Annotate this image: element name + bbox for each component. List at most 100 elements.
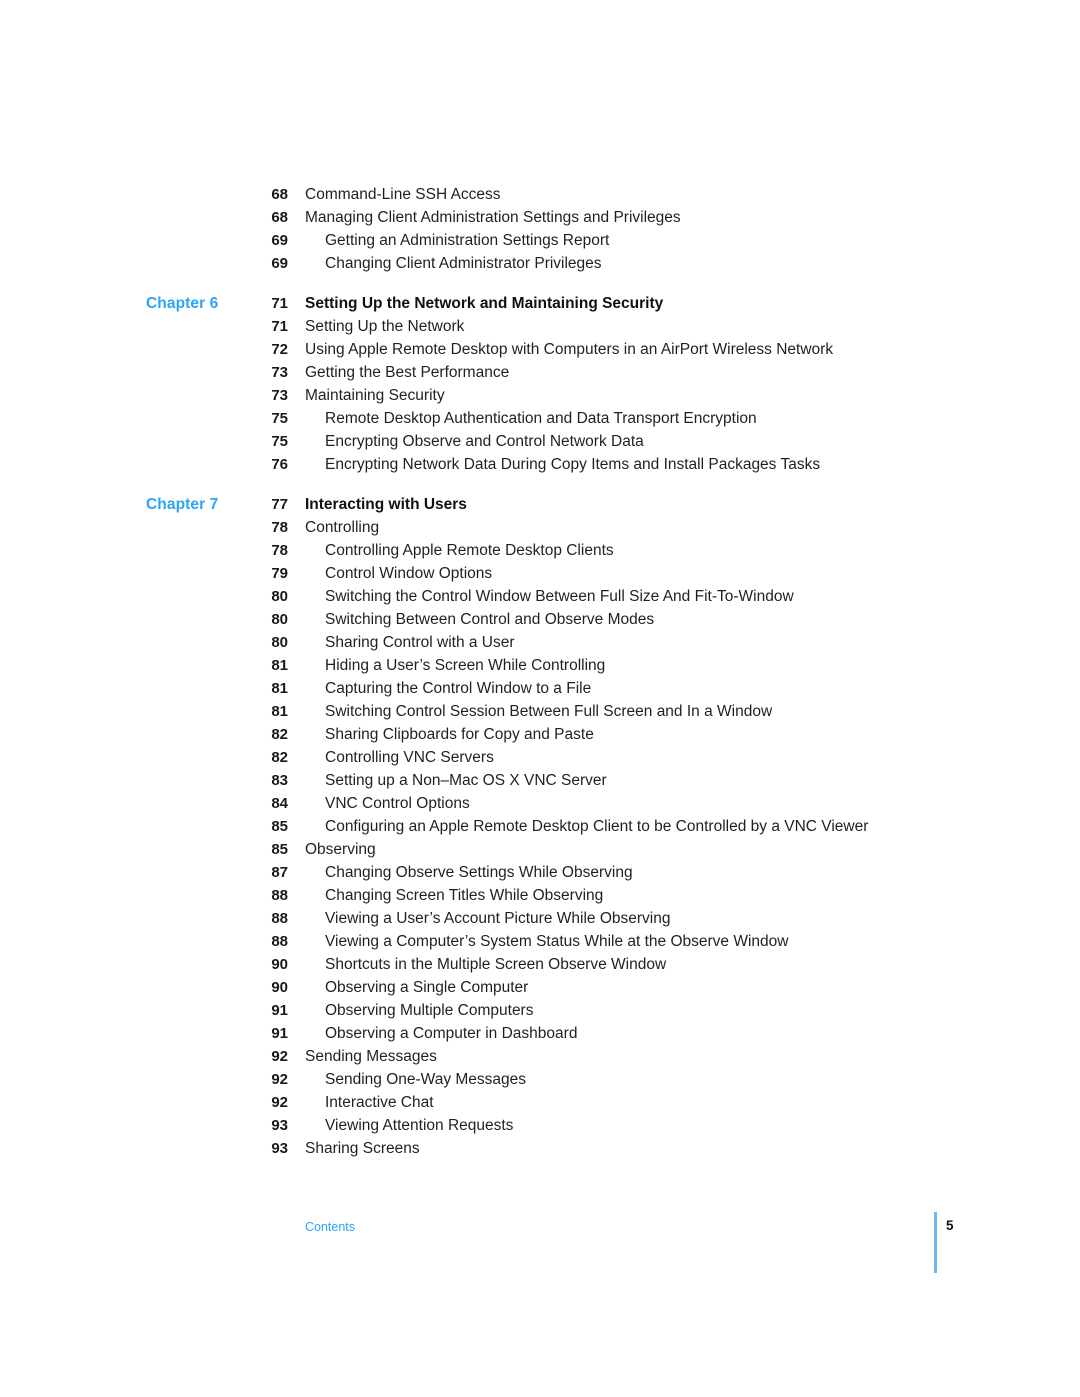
- toc-entry-title[interactable]: Setting Up the Network and Maintaining S…: [305, 292, 663, 315]
- toc-entry-title[interactable]: Configuring an Apple Remote Desktop Clie…: [325, 815, 868, 838]
- toc-entry-title[interactable]: Setting Up the Network: [305, 315, 464, 338]
- toc-entry-title[interactable]: Sharing Control with a User: [325, 631, 515, 654]
- footer-divider-rule: [934, 1212, 937, 1273]
- toc-entry[interactable]: 68 Command-Line SSH Access: [0, 183, 1080, 206]
- toc-entry[interactable]: 81 Hiding a User’s Screen While Controlli…: [0, 654, 1080, 677]
- toc-entry-title[interactable]: Controlling: [305, 516, 379, 539]
- toc-entry[interactable]: 81 Capturing the Control Window to a File: [0, 677, 1080, 700]
- toc-entry[interactable]: 69 Getting an Administration Settings Rep…: [0, 229, 1080, 252]
- toc-entry[interactable]: 82 Controlling VNC Servers: [0, 746, 1080, 769]
- toc-entry[interactable]: 78 Controlling: [0, 516, 1080, 539]
- toc-entry[interactable]: 71 Setting Up the Network: [0, 315, 1080, 338]
- toc-entry-title[interactable]: Viewing Attention Requests: [325, 1114, 513, 1137]
- toc-entry-title[interactable]: Command-Line SSH Access: [305, 183, 501, 206]
- toc-entry[interactable]: 88 Viewing a Computer’s System Status Whi…: [0, 930, 1080, 953]
- toc-entry-page-number: 71: [271, 318, 288, 335]
- toc-entry-page-number: 69: [271, 232, 288, 249]
- toc-entry[interactable]: 93 Sharing Screens: [0, 1137, 1080, 1160]
- toc-entry[interactable]: Chapter 6 71 Setting Up the Network and Ma…: [0, 292, 1080, 315]
- footer-section-label: Contents: [305, 1220, 356, 1234]
- toc-entry-title[interactable]: Observing a Computer in Dashboard: [325, 1022, 577, 1045]
- toc-entry-page-number: 85: [271, 818, 288, 835]
- toc-entry-title[interactable]: Controlling VNC Servers: [325, 746, 494, 769]
- toc-entry[interactable]: 79 Control Window Options: [0, 562, 1080, 585]
- toc-entry[interactable]: 82 Sharing Clipboards for Copy and Paste: [0, 723, 1080, 746]
- toc-entry-page-number: 80: [271, 588, 288, 605]
- toc-entry[interactable]: 88 Viewing a User’s Account Picture While…: [0, 907, 1080, 930]
- toc-entry[interactable]: 92 Sending One-Way Messages: [0, 1068, 1080, 1091]
- toc-entry[interactable]: 69 Changing Client Administrator Privileg…: [0, 252, 1080, 275]
- toc-entry[interactable]: 80 Switching Between Control and Observe …: [0, 608, 1080, 631]
- toc-entry-page-number: 76: [271, 456, 288, 473]
- toc-entry[interactable]: 75 Remote Desktop Authentication and Data…: [0, 407, 1080, 430]
- toc-entry[interactable]: 80 Sharing Control with a User: [0, 631, 1080, 654]
- toc-entry-title[interactable]: Switching the Control Window Between Ful…: [325, 585, 794, 608]
- toc-entry[interactable]: 76 Encrypting Network Data During Copy It…: [0, 453, 1080, 476]
- toc-entry-page-number: 92: [271, 1094, 288, 1111]
- toc-entry-page-number: 92: [271, 1048, 288, 1065]
- toc-entry-page-number: 90: [271, 979, 288, 996]
- toc-entry-title[interactable]: Interacting with Users: [305, 493, 467, 516]
- toc-entry-title[interactable]: Capturing the Control Window to a File: [325, 677, 591, 700]
- toc-entry[interactable]: 91 Observing Multiple Computers: [0, 999, 1080, 1022]
- toc-entry-title[interactable]: Sending Messages: [305, 1045, 437, 1068]
- toc-entry-page-number: 91: [271, 1025, 288, 1042]
- toc-entry[interactable]: 93 Viewing Attention Requests: [0, 1114, 1080, 1137]
- toc-entry[interactable]: 92 Sending Messages: [0, 1045, 1080, 1068]
- toc-entry-title[interactable]: Sending One-Way Messages: [325, 1068, 526, 1091]
- toc-entry[interactable]: 75 Encrypting Observe and Control Network…: [0, 430, 1080, 453]
- toc-entry-title[interactable]: Sharing Screens: [305, 1137, 420, 1160]
- toc-entry-title[interactable]: Changing Observe Settings While Observin…: [325, 861, 633, 884]
- toc-entry[interactable]: 87 Changing Observe Settings While Observ…: [0, 861, 1080, 884]
- toc-entry-title[interactable]: Getting the Best Performance: [305, 361, 509, 384]
- toc-entry-title[interactable]: Shortcuts in the Multiple Screen Observe…: [325, 953, 666, 976]
- toc-entry-title[interactable]: Encrypting Network Data During Copy Item…: [325, 453, 820, 476]
- toc-entry[interactable]: 83 Setting up a Non–Mac OS X VNC Server: [0, 769, 1080, 792]
- toc-entry[interactable]: 68 Managing Client Administration Setting…: [0, 206, 1080, 229]
- toc-entry[interactable]: 81 Switching Control Session Between Full…: [0, 700, 1080, 723]
- toc-entry[interactable]: 90 Observing a Single Computer: [0, 976, 1080, 999]
- toc-entry[interactable]: 91 Observing a Computer in Dashboard: [0, 1022, 1080, 1045]
- toc-entry-title[interactable]: Changing Client Administrator Privileges: [325, 252, 602, 275]
- toc-entry-title[interactable]: Switching Control Session Between Full S…: [325, 700, 772, 723]
- toc-entry[interactable]: 92 Interactive Chat: [0, 1091, 1080, 1114]
- toc-entry-page-number: 71: [271, 295, 288, 312]
- toc-entry[interactable]: 85 Observing: [0, 838, 1080, 861]
- toc-entry-title[interactable]: VNC Control Options: [325, 792, 470, 815]
- toc-entry-title[interactable]: Viewing a User’s Account Picture While O…: [325, 907, 670, 930]
- toc-entry-title[interactable]: Observing a Single Computer: [325, 976, 528, 999]
- toc-entry[interactable]: 73 Getting the Best Performance: [0, 361, 1080, 384]
- toc-entry-title[interactable]: Getting an Administration Settings Repor…: [325, 229, 609, 252]
- toc-entry-title[interactable]: Observing Multiple Computers: [325, 999, 533, 1022]
- toc-entry[interactable]: 88 Changing Screen Titles While Observing: [0, 884, 1080, 907]
- toc-entry-title[interactable]: Switching Between Control and Observe Mo…: [325, 608, 654, 631]
- toc-entry-title[interactable]: Viewing a Computer’s System Status While…: [325, 930, 788, 953]
- toc-entry[interactable]: 73 Maintaining Security: [0, 384, 1080, 407]
- toc-entry-title[interactable]: Interactive Chat: [325, 1091, 434, 1114]
- toc-entry-page-number: 81: [271, 703, 288, 720]
- toc-entry-page-number: 88: [271, 887, 288, 904]
- toc-entry[interactable]: 80 Switching the Control Window Between F…: [0, 585, 1080, 608]
- toc-entry[interactable]: Chapter 7 77 Interacting with Users: [0, 493, 1080, 516]
- toc-entry-title[interactable]: Remote Desktop Authentication and Data T…: [325, 407, 757, 430]
- toc-entry-title[interactable]: Sharing Clipboards for Copy and Paste: [325, 723, 594, 746]
- toc-entry-title[interactable]: Hiding a User’s Screen While Controlling: [325, 654, 605, 677]
- toc-entry-title[interactable]: Changing Screen Titles While Observing: [325, 884, 603, 907]
- toc-entry-title[interactable]: Encrypting Observe and Control Network D…: [325, 430, 644, 453]
- chapter-label: Chapter 6: [146, 295, 219, 312]
- toc-entry-title[interactable]: Setting up a Non–Mac OS X VNC Server: [325, 769, 607, 792]
- toc-entry-title[interactable]: Controlling Apple Remote Desktop Clients: [325, 539, 614, 562]
- toc-entry-title[interactable]: Using Apple Remote Desktop with Computer…: [305, 338, 833, 361]
- toc-entry[interactable]: 90 Shortcuts in the Multiple Screen Obser…: [0, 953, 1080, 976]
- toc-entry-title[interactable]: Observing: [305, 838, 376, 861]
- toc-entry-page-number: 75: [271, 433, 288, 450]
- toc-entry[interactable]: 78 Controlling Apple Remote Desktop Clien…: [0, 539, 1080, 562]
- toc-entry[interactable]: 72 Using Apple Remote Desktop with Comput…: [0, 338, 1080, 361]
- toc-entry-page-number: 84: [271, 795, 288, 812]
- toc-entry-title[interactable]: Control Window Options: [325, 562, 492, 585]
- toc-entry-title[interactable]: Maintaining Security: [305, 384, 445, 407]
- toc-entry[interactable]: 84 VNC Control Options: [0, 792, 1080, 815]
- toc-entry-title[interactable]: Managing Client Administration Settings …: [305, 206, 681, 229]
- toc-page: 68 Command-Line SSH Access 68 Managing Clie…: [0, 0, 1080, 1397]
- toc-entry[interactable]: 85 Configuring an Apple Remote Desktop Cl…: [0, 815, 1080, 838]
